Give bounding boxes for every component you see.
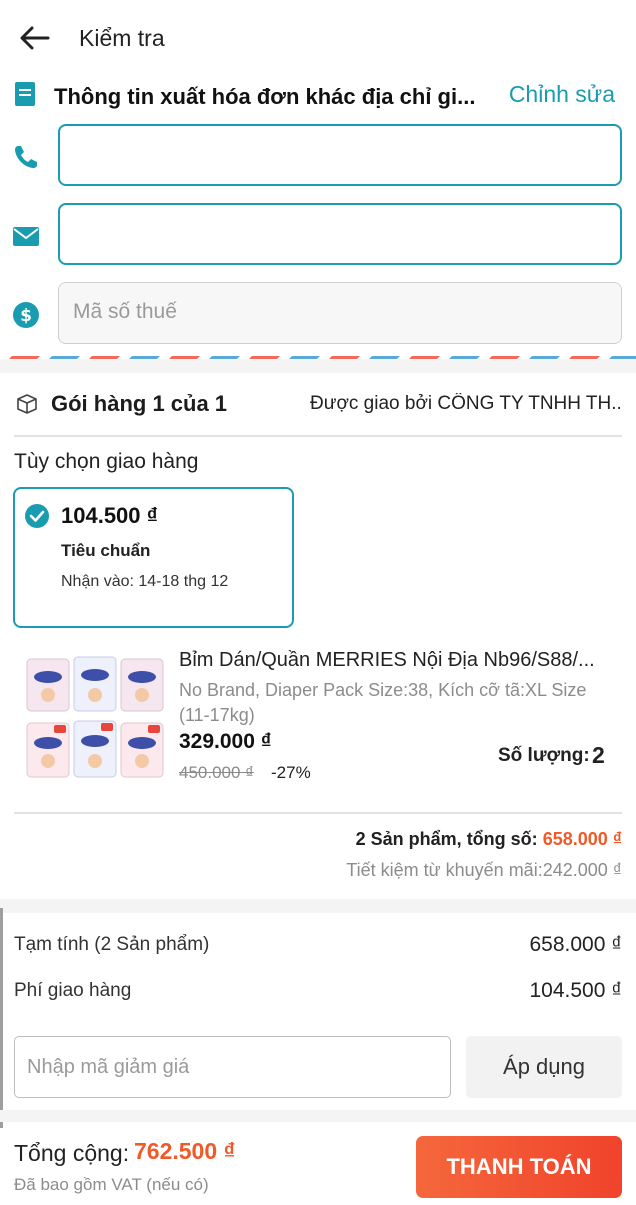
coupon-input[interactable]: Nhập mã giảm giá xyxy=(14,1036,451,1098)
shipping-fee-label: Phí giao hàng xyxy=(14,980,132,1001)
edit-invoice-link[interactable]: Chỉnh sửa xyxy=(509,81,615,108)
app-header: Kiểm tra xyxy=(0,0,636,78)
section-gap xyxy=(0,1110,636,1122)
package-header: Gói hàng 1 của 1 Được giao bởi CÔNG TY T… xyxy=(0,380,636,426)
invoice-title: Thông tin xuất hóa đơn khác địa chỉ gi..… xyxy=(54,84,476,109)
section-gap xyxy=(0,899,636,913)
package-seller: Được giao bởi CÔNG TY TNHH TH... xyxy=(310,393,622,414)
dollar-icon: $ xyxy=(13,302,39,328)
shipping-type: Tiêu chuẩn xyxy=(61,541,151,560)
product-variant: No Brand, Diaper Pack Size:38, Kích cỡ t… xyxy=(179,680,587,725)
product-price: 329.000 ₫ xyxy=(179,730,272,753)
checkout-button[interactable]: THANH TOÁN xyxy=(416,1136,622,1198)
product-original-price: 450.000 ₫ xyxy=(179,763,254,782)
savings-note: Tiết kiệm từ khuyến mãi:242.000 ₫ xyxy=(346,860,622,880)
phone-icon xyxy=(15,146,37,168)
shipping-eta: Nhận vào: 14-18 thg 12 xyxy=(61,573,229,590)
package-summary: 2 Sản phẩm, tổng số: 658.000 ₫ xyxy=(356,829,622,850)
divider xyxy=(14,812,622,814)
pack-bottom-row xyxy=(26,720,164,778)
document-icon xyxy=(15,82,35,106)
pack-top-row xyxy=(26,656,164,712)
section-gap xyxy=(0,359,636,373)
apply-coupon-button[interactable]: Áp dụng xyxy=(466,1036,622,1098)
product-discount: -27% xyxy=(271,763,311,782)
package-box-icon xyxy=(17,394,37,414)
quantity-label: Số lượng: xyxy=(498,745,590,766)
subtotal-label: Tạm tính (2 Sản phẩm) xyxy=(14,934,210,955)
shipping-fee-value: 104.500 ₫ xyxy=(529,979,622,1002)
svg-text:$: $ xyxy=(20,306,32,326)
vat-note: Đã bao gồm VAT (nếu có) xyxy=(14,1175,209,1194)
coupon-placeholder: Nhập mã giảm giá xyxy=(27,1056,190,1078)
divider xyxy=(14,435,622,437)
tax-code-placeholder: Mã số thuế xyxy=(73,300,177,323)
package-title: Gói hàng 1 của 1 xyxy=(51,391,228,416)
check-circle-icon xyxy=(25,504,49,528)
tax-code-field[interactable]: Mã số thuế xyxy=(58,282,622,344)
airmail-divider xyxy=(0,351,636,359)
scroll-indicator xyxy=(0,908,3,1128)
quantity-value: 2 xyxy=(592,742,605,768)
summary-items-total: 658.000 ₫ xyxy=(542,829,622,849)
email-field[interactable] xyxy=(58,203,622,265)
summary-items-label: 2 Sản phẩm, tổng số: xyxy=(355,829,538,849)
shipping-price: 104.500 ₫ xyxy=(61,503,158,528)
email-icon xyxy=(13,227,39,246)
subtotal-value: 658.000 ₫ xyxy=(529,933,622,956)
shipping-option-card[interactable]: 104.500 ₫ Tiêu chuẩn Nhận vào: 14-18 thg… xyxy=(13,487,294,628)
diaper-pack-image xyxy=(24,653,167,784)
phone-field[interactable] xyxy=(58,124,622,186)
product-name[interactable]: Bỉm Dán/Quần MERRIES Nội Địa Nb96/S88/..… xyxy=(179,649,619,672)
invoice-info-row: Thông tin xuất hóa đơn khác địa chỉ gi..… xyxy=(0,78,636,114)
total-value: 762.500 ₫ xyxy=(134,1138,236,1164)
back-arrow-icon[interactable] xyxy=(18,24,50,52)
page-title: Kiểm tra xyxy=(79,25,165,51)
total-label: Tổng cộng: xyxy=(14,1140,130,1166)
shipping-options-label: Tùy chọn giao hàng xyxy=(14,450,199,473)
